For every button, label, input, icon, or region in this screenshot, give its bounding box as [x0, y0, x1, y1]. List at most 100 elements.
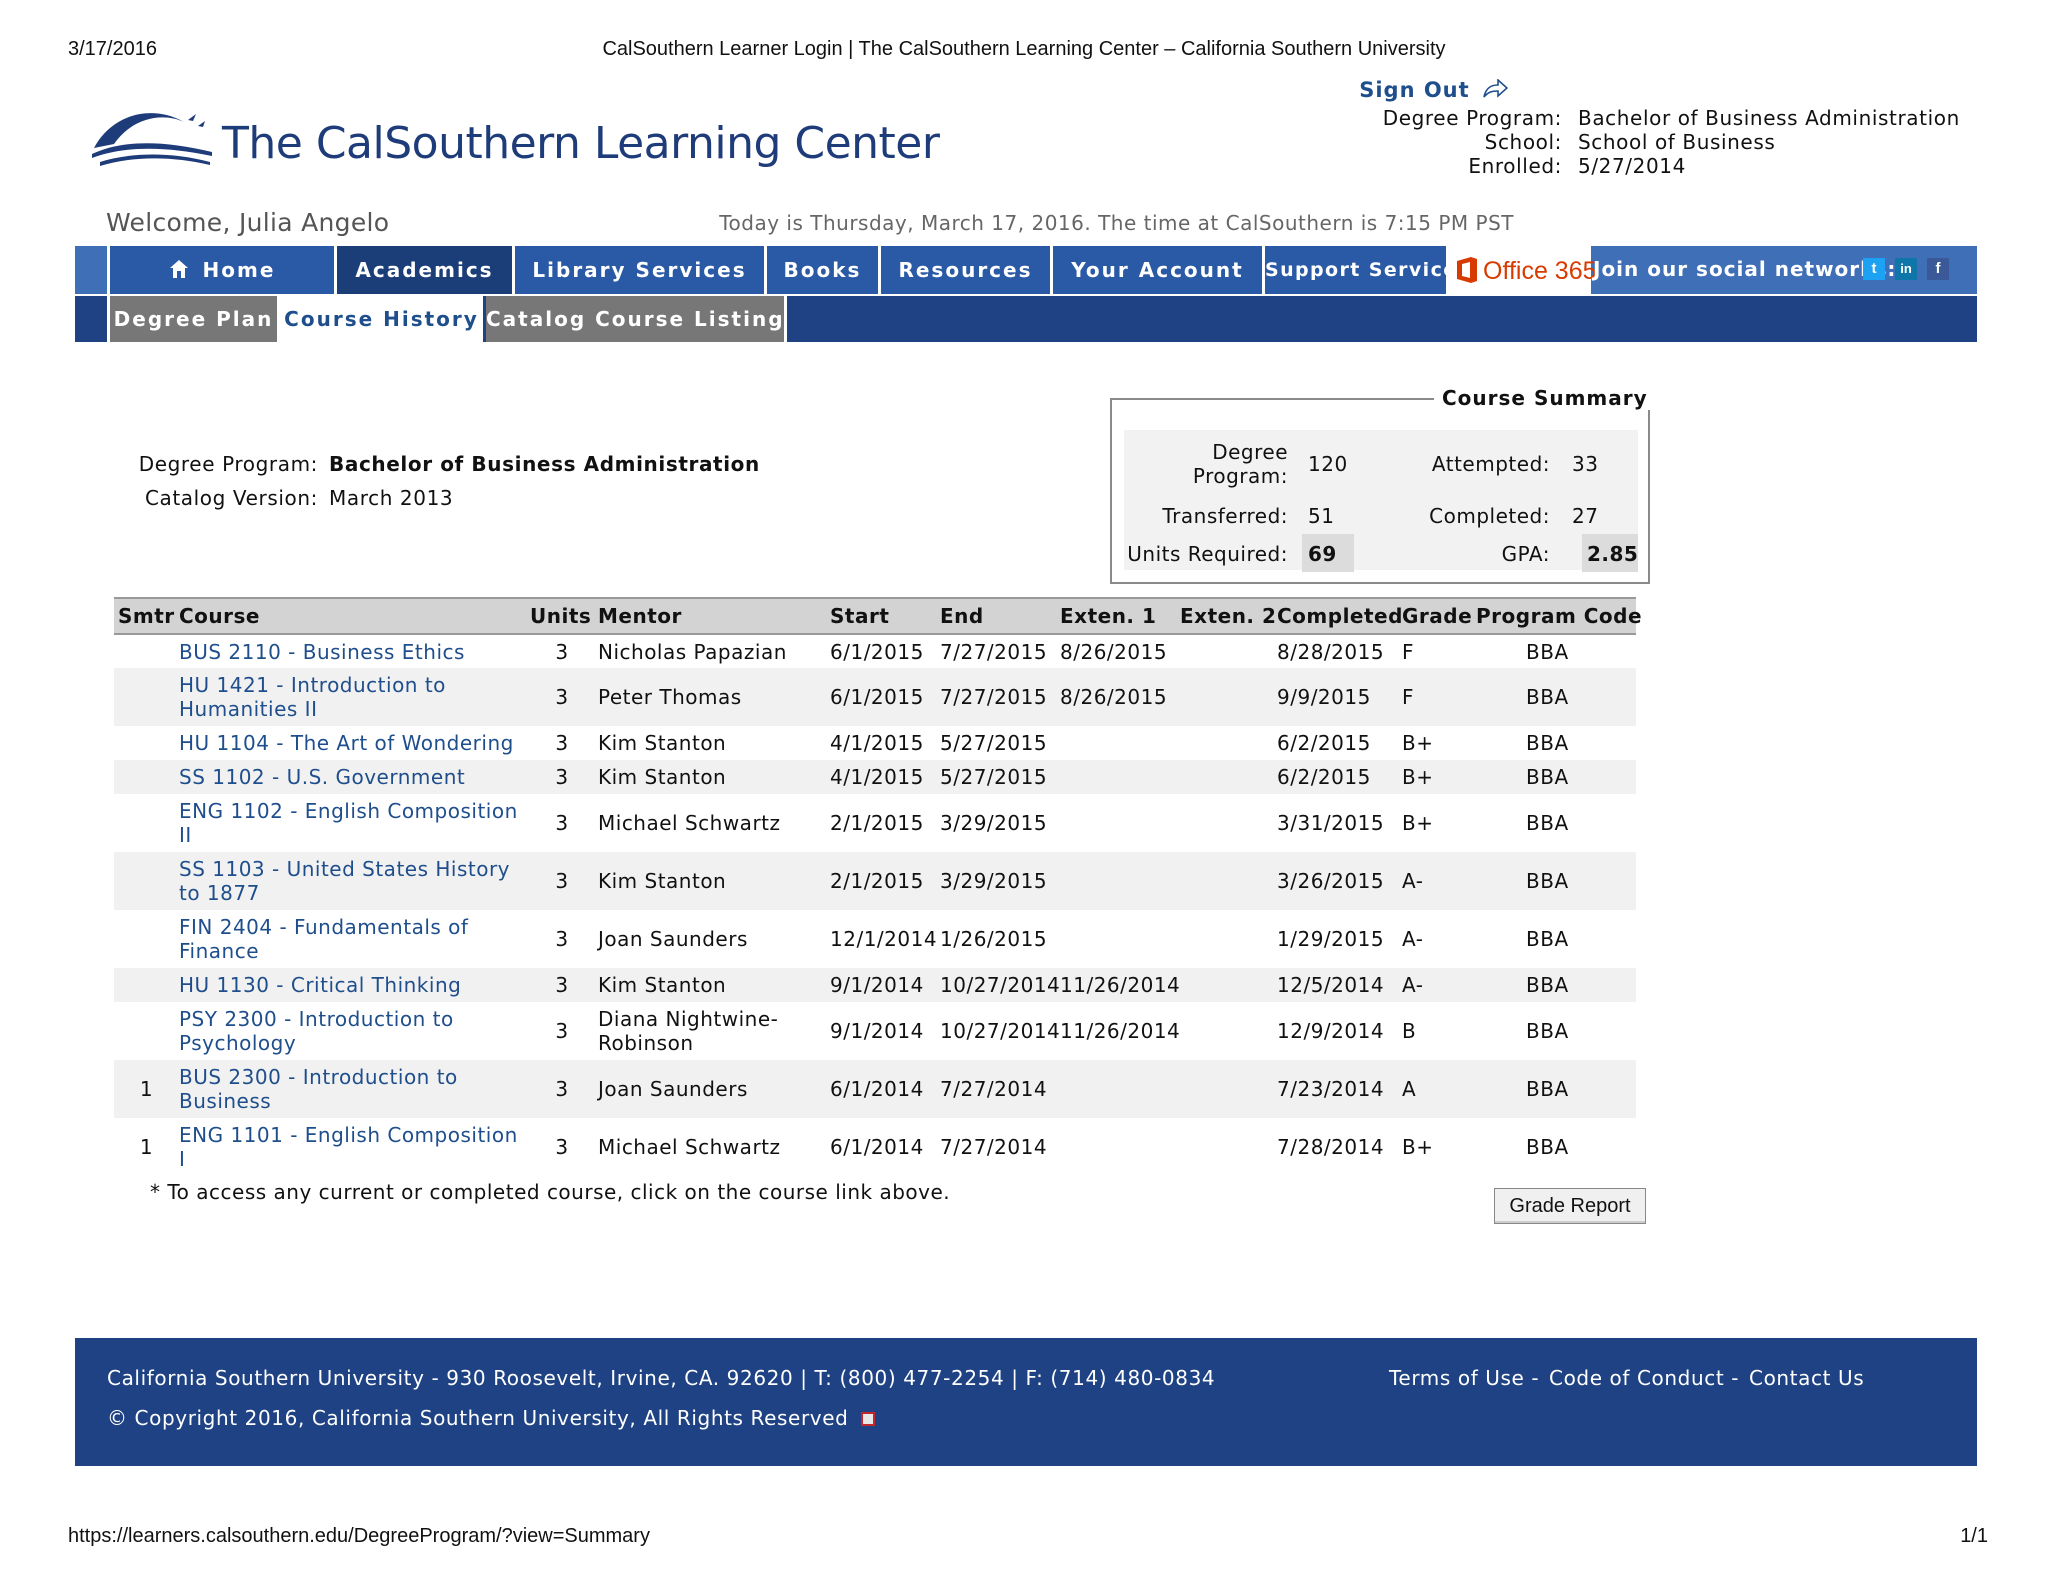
sub-nav: Degree Plan Course History Catalog Cours…: [75, 296, 1977, 342]
cell-start: 6/1/2014: [826, 1060, 936, 1118]
table-row: PSY 2300 - Introduction to Psychology 3 Di…: [114, 1002, 1636, 1060]
cell-exten2: [1176, 726, 1273, 760]
footer-copyright: © Copyright 2016, California Southern Un…: [107, 1406, 876, 1430]
cell-course-link[interactable]: PSY 2300 - Introduction to Psychology: [175, 1002, 526, 1060]
cell-exten1: 8/26/2015: [1056, 634, 1176, 668]
cell-units: 3: [526, 634, 594, 668]
cell-course-link[interactable]: ENG 1101 - English Composition I: [175, 1118, 526, 1176]
cell-smtr: [114, 910, 175, 968]
cell-end: 3/29/2015: [936, 794, 1056, 852]
catalog-version-label: Catalog Version:: [144, 486, 318, 510]
nav-books[interactable]: Books: [767, 246, 881, 294]
cell-course-link[interactable]: BUS 2110 - Business Ethics: [175, 634, 526, 668]
cell-course-link[interactable]: BUS 2300 - Introduction to Business: [175, 1060, 526, 1118]
cell-grade: A-: [1398, 852, 1472, 910]
nav-home[interactable]: Home: [107, 246, 337, 294]
table-row: HU 1104 - The Art of Wondering 3 Kim Stant…: [114, 726, 1636, 760]
cell-end: 5/27/2015: [936, 760, 1056, 794]
sign-out-arrow-icon: [1483, 78, 1509, 98]
cell-start: 4/1/2015: [826, 726, 936, 760]
header-enrolled-label: Enrolled:: [1468, 154, 1562, 178]
col-header-smtr: Smtr: [114, 597, 175, 635]
sign-out-link[interactable]: Sign Out: [1359, 78, 1509, 102]
cell-completed: 12/5/2014: [1273, 968, 1398, 1002]
cell-grade: F: [1398, 668, 1472, 726]
cell-exten1: [1056, 794, 1176, 852]
cell-grade: B+: [1398, 760, 1472, 794]
col-header-completed: Completed: [1273, 597, 1402, 635]
cell-end: 3/29/2015: [936, 852, 1056, 910]
cell-start: 4/1/2015: [826, 760, 936, 794]
tab-course-history[interactable]: Course History: [280, 296, 483, 342]
linkedin-icon[interactable]: in: [1895, 258, 1917, 280]
calsouthern-logo[interactable]: The CalSouthern Learning Center: [92, 104, 940, 184]
cell-start: 12/1/2014: [826, 910, 937, 968]
header-school-value: School of Business: [1578, 130, 1776, 154]
cell-smtr: 1: [114, 1118, 175, 1176]
cell-start: 6/1/2015: [826, 668, 936, 726]
col-header-units: Units: [526, 597, 594, 635]
cell-grade: F: [1398, 634, 1472, 668]
sub-nav-spacer: [75, 296, 110, 342]
header-degree-program-value: Bachelor of Business Administration: [1578, 106, 1960, 130]
cell-course-link[interactable]: FIN 2404 - Fundamentals of Finance: [175, 910, 526, 968]
cell-units: 3: [526, 760, 594, 794]
nav-resources[interactable]: Resources: [881, 246, 1053, 294]
header-enrolled-value: 5/27/2014: [1578, 154, 1686, 178]
cell-exten2: [1176, 852, 1273, 910]
nav-home-label: Home: [202, 258, 276, 282]
twitter-icon[interactable]: t: [1863, 258, 1885, 280]
summary-gpa-label: GPA:: [1501, 542, 1550, 566]
cell-end: 1/26/2015: [936, 910, 1056, 968]
nav-your-account[interactable]: Your Account: [1053, 246, 1265, 294]
cell-course-link[interactable]: HU 1421 - Introduction to Humanities II: [175, 668, 526, 726]
tab-catalog-course-listing[interactable]: Catalog Course Listing: [486, 296, 787, 342]
cell-mentor: Peter Thomas: [594, 668, 826, 726]
cell-course-link[interactable]: HU 1130 - Critical Thinking: [175, 968, 526, 1002]
facebook-icon[interactable]: f: [1927, 258, 1949, 280]
small-red-icon: [861, 1412, 876, 1426]
cell-completed: 12/9/2014: [1273, 1002, 1398, 1060]
nav-support-services[interactable]: Support Services: [1265, 246, 1469, 294]
cell-exten2: [1176, 668, 1273, 726]
col-header-program-code: Program Code: [1472, 597, 1642, 635]
cell-end: 10/27/2014: [936, 968, 1060, 1002]
cell-mentor: Kim Stanton: [594, 760, 826, 794]
welcome-message: Welcome, Julia Angelo: [106, 208, 390, 237]
office365-link[interactable]: Office 365: [1449, 246, 1597, 294]
cell-completed: 8/28/2015: [1273, 634, 1398, 668]
cell-completed: 3/26/2015: [1273, 852, 1398, 910]
site-footer: California Southern University - 930 Roo…: [75, 1338, 1977, 1466]
cell-grade: B: [1398, 1002, 1472, 1060]
footer-terms-link[interactable]: Terms of Use -: [1389, 1366, 1539, 1390]
cell-course-link[interactable]: HU 1104 - The Art of Wondering: [175, 726, 526, 760]
table-row: HU 1421 - Introduction to Humanities II 3…: [114, 668, 1636, 726]
cell-completed: 7/23/2014: [1273, 1060, 1398, 1118]
cell-smtr: [114, 968, 175, 1002]
main-nav: Home Academics Library Services Books Re…: [75, 246, 1977, 294]
tab-degree-plan[interactable]: Degree Plan: [110, 296, 280, 342]
cell-units: 3: [526, 1118, 594, 1176]
nav-library-services[interactable]: Library Services: [515, 246, 767, 294]
table-header-row: Smtr Course Units Mentor Start End Exten…: [114, 597, 1642, 635]
cell-units: 3: [526, 794, 594, 852]
col-header-mentor: Mentor: [594, 597, 826, 635]
footer-code-of-conduct-link[interactable]: Code of Conduct -: [1549, 1366, 1739, 1390]
cell-course-link[interactable]: ENG 1102 - English Composition II: [175, 794, 526, 852]
cell-smtr: [114, 1002, 175, 1060]
cell-course-link[interactable]: SS 1102 - U.S. Government: [175, 760, 526, 794]
cell-course-link[interactable]: SS 1103 - United States History to 1877: [175, 852, 526, 910]
course-history-table: Smtr Course Units Mentor Start End Exten…: [114, 597, 1642, 1176]
cell-mentor: Michael Schwartz: [594, 794, 826, 852]
cell-exten1: [1056, 910, 1176, 968]
table-row: HU 1130 - Critical Thinking 3 Kim Stanton 9…: [114, 968, 1636, 1002]
grade-report-button[interactable]: Grade Report: [1494, 1188, 1646, 1224]
cell-grade: B+: [1398, 1118, 1472, 1176]
cell-units: 3: [526, 968, 594, 1002]
cell-exten2: [1176, 634, 1273, 668]
cell-start: 6/1/2014: [826, 1118, 936, 1176]
footer-contact-link[interactable]: Contact Us: [1749, 1366, 1864, 1390]
col-header-grade: Grade: [1398, 597, 1472, 635]
nav-academics[interactable]: Academics: [337, 246, 515, 294]
cell-start: 9/1/2014: [826, 968, 936, 1002]
